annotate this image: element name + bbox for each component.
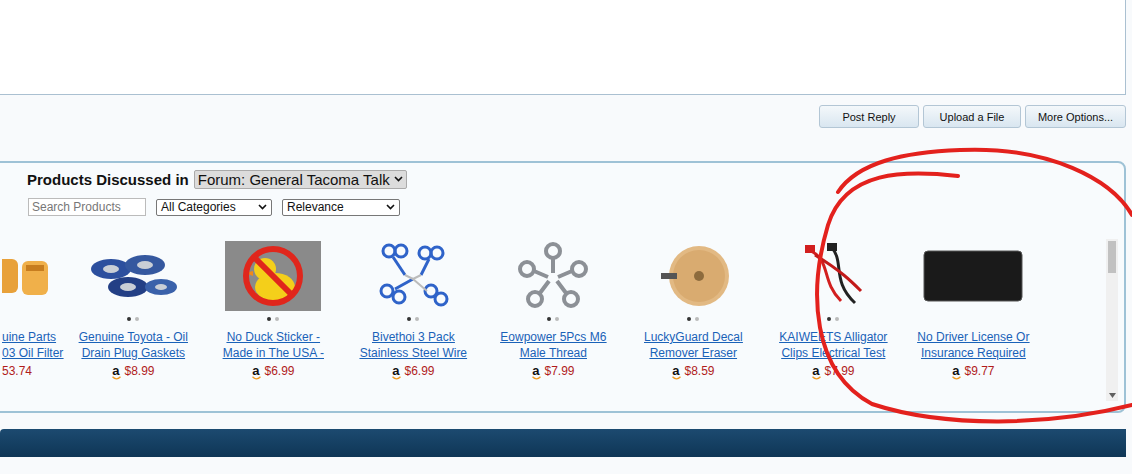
amazon-icon: a: [952, 364, 959, 379]
product-price: a $9.77: [952, 363, 994, 379]
image-dots: [127, 315, 139, 323]
page: Post ReplyUpload a FileMore Options... P…: [0, 0, 1132, 474]
product-link[interactable]: LuckyGuard DecalRemover Eraser: [644, 329, 743, 361]
footer-bar: [0, 429, 1126, 457]
toolbar-button[interactable]: Upload a File: [923, 105, 1021, 128]
product-image[interactable]: [225, 241, 321, 311]
product-link[interactable]: Eowpower 5Pcs M6Male Thread: [500, 329, 606, 361]
product-image[interactable]: [801, 241, 865, 311]
amazon-icon: a: [112, 364, 119, 379]
image-dots: [267, 315, 279, 323]
amazon-icon: a: [392, 364, 399, 379]
product-carousel: uine Parts03 Oil Filter 53.74 Genuine To…: [0, 239, 1124, 401]
product-image[interactable]: [515, 241, 591, 311]
product-list: uine Parts03 Oil Filter 53.74 Genuine To…: [0, 239, 1100, 401]
image-dot[interactable]: [415, 317, 419, 321]
amazon-icon: a: [812, 364, 819, 379]
image-dot[interactable]: [275, 317, 279, 321]
image-dot[interactable]: [407, 317, 411, 321]
product-price: a $6.99: [252, 363, 294, 379]
reply-editor[interactable]: [0, 0, 1126, 95]
amazon-icon: a: [532, 364, 539, 379]
product-price: a $8.59: [672, 363, 714, 379]
product-card[interactable]: uine Parts03 Oil Filter 53.74: [0, 239, 63, 401]
product-image[interactable]: [923, 241, 1023, 311]
toolbar: Post ReplyUpload a FileMore Options...: [0, 95, 1132, 128]
image-dots: [827, 315, 839, 323]
scroll-thumb[interactable]: [1108, 241, 1116, 273]
chevron-icon: [394, 176, 403, 182]
product-card[interactable]: Bivethoi 3 PackStainless Steel Wire a $6…: [343, 239, 483, 401]
product-image[interactable]: [2, 241, 52, 311]
image-dot[interactable]: [695, 317, 699, 321]
image-dot[interactable]: [135, 317, 139, 321]
product-card[interactable]: No Driver License OrInsurance Required a…: [903, 239, 1043, 401]
product-card[interactable]: LuckyGuard DecalRemover Eraser a $8.59: [623, 239, 763, 401]
scope-select[interactable]: Forum: General Tacoma Talk: [194, 170, 407, 189]
product-card[interactable]: Eowpower 5Pcs M6Male Thread a $7.99: [483, 239, 623, 401]
product-image[interactable]: [375, 241, 451, 311]
search-input[interactable]: [28, 198, 146, 216]
image-dot[interactable]: [267, 317, 271, 321]
panel-title: Products Discussed in: [27, 171, 189, 188]
product-price: a $8.99: [112, 363, 154, 379]
product-price: a $7.99: [812, 363, 854, 379]
image-dots: [407, 315, 419, 323]
amazon-icon: a: [252, 364, 259, 379]
image-dot[interactable]: [547, 317, 551, 321]
product-price: 53.74: [2, 363, 32, 379]
toolbar-button[interactable]: More Options...: [1025, 105, 1126, 128]
image-dot[interactable]: [127, 317, 131, 321]
image-dot[interactable]: [827, 317, 831, 321]
product-image[interactable]: [657, 241, 729, 311]
product-link[interactable]: uine Parts03 Oil Filter: [2, 329, 63, 361]
product-link[interactable]: Bivethoi 3 PackStainless Steel Wire: [360, 329, 467, 361]
product-link[interactable]: No Duck Sticker -Made in The USA -: [223, 329, 324, 361]
products-panel: Products Discussed in Forum: General Tac…: [0, 161, 1126, 413]
image-dot[interactable]: [687, 317, 691, 321]
red-circle-annotation: [0, 0, 1132, 474]
product-card[interactable]: Genuine Toyota - OilDrain Plug Gaskets a…: [63, 239, 203, 401]
product-card[interactable]: KAIWEETS AlligatorClips Electrical Test …: [763, 239, 903, 401]
chevron-icon: [258, 204, 267, 210]
image-dot[interactable]: [555, 317, 559, 321]
image-dot[interactable]: [835, 317, 839, 321]
chevron-icon: [386, 204, 395, 210]
arrow-down-icon[interactable]: [1109, 393, 1116, 398]
panel-header: Products Discussed in Forum: General Tac…: [0, 163, 1124, 189]
scrollbar[interactable]: [1106, 239, 1118, 401]
image-dots: [547, 315, 559, 323]
product-price: a $6.99: [392, 363, 434, 379]
product-link[interactable]: Genuine Toyota - OilDrain Plug Gaskets: [79, 329, 188, 361]
image-dots: [687, 315, 699, 323]
product-card[interactable]: No Duck Sticker -Made in The USA - a $6.…: [203, 239, 343, 401]
category-select[interactable]: All Categories: [156, 199, 272, 216]
product-image[interactable]: [83, 241, 183, 311]
filter-row: All Categories Relevance: [0, 189, 1124, 216]
sort-select[interactable]: Relevance: [282, 199, 400, 216]
product-link[interactable]: No Driver License OrInsurance Required: [917, 329, 1029, 361]
toolbar-button[interactable]: Post Reply: [819, 105, 919, 128]
product-price: a $7.99: [532, 363, 574, 379]
product-link[interactable]: KAIWEETS AlligatorClips Electrical Test: [779, 329, 887, 361]
amazon-icon: a: [672, 364, 679, 379]
